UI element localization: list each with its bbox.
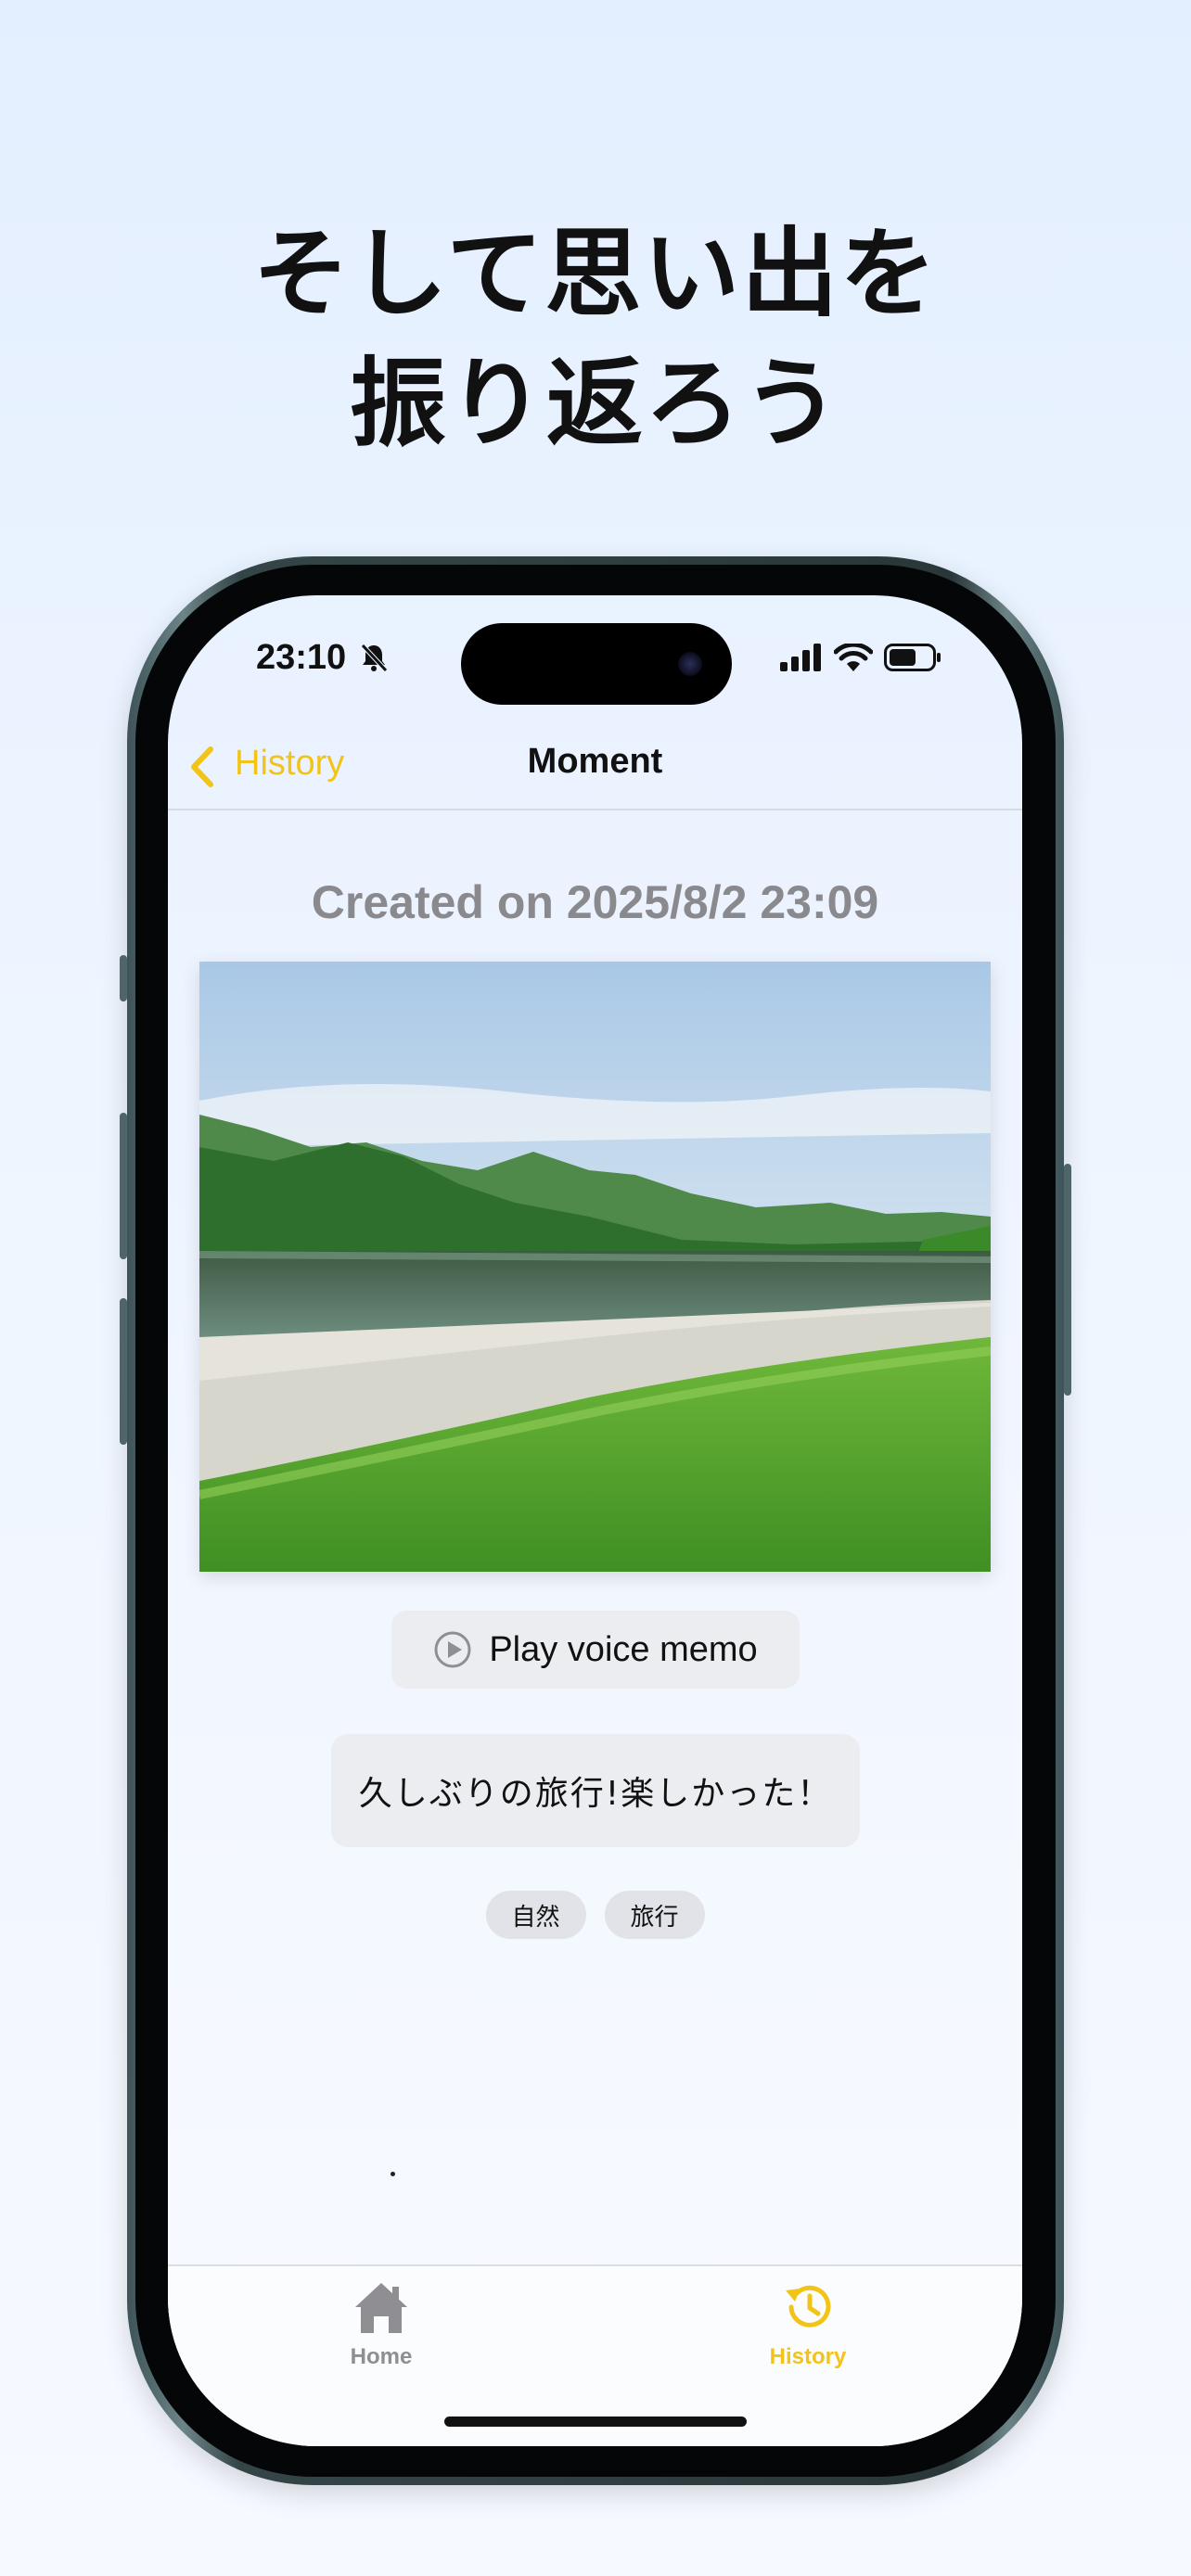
home-indicator [444,2417,747,2427]
tab-history-label: History [769,2344,847,2369]
tag-chip[interactable]: 旅行 [604,1891,705,1939]
house-icon [355,2283,407,2333]
page-title: Moment [527,742,663,781]
cellular-icon [780,644,821,671]
created-date: Created on 2025/8/2 23:09 [311,876,879,928]
front-camera [678,652,702,676]
play-voice-memo-label: Play voice memo [489,1629,758,1669]
navigation-bar: History Moment [168,725,1022,810]
memo-text: 久しぶりの旅行!楽しかった！ [358,1775,833,1813]
tag-chip[interactable]: 自然 [485,1891,586,1939]
phone-action-button [120,955,127,1001]
status-icons [780,644,941,671]
stray-dot [391,2172,395,2176]
phone-power-button [1064,1164,1071,1396]
headline: そして思い出を 振り返ろう [0,209,1191,468]
tab-history[interactable]: History [715,2279,901,2370]
phone-volume-down-button [120,1298,127,1445]
headline-line-1: そして思い出を [252,217,939,330]
headline-line-2: 振り返ろう [349,347,841,460]
tab-home[interactable]: Home [288,2279,474,2370]
memo-card: 久しぶりの旅行!楽しかった！ [331,1734,860,1847]
battery-icon [884,644,941,671]
moment-photo[interactable] [199,962,991,1572]
tab-home-label: Home [350,2344,413,2369]
tag-list: 自然 旅行 [168,1891,1022,1939]
phone-screen: 23:10 History Moment Created on 2025/8/2… [168,595,1022,2446]
history-clock-icon [786,2285,831,2327]
status-time: 23:10 [256,638,347,677]
play-voice-memo-button[interactable]: Play voice memo [391,1611,800,1689]
wifi-icon [834,644,873,671]
bell-slash-icon [361,644,388,672]
phone-volume-up-button [120,1113,127,1259]
play-circle-icon [434,1631,471,1668]
